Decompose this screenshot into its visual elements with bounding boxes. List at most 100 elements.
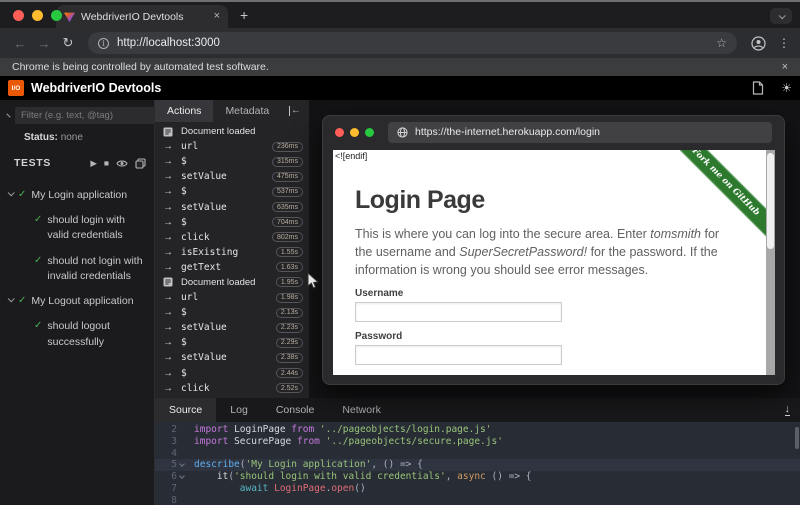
line-number: 2: [155, 424, 177, 436]
code-line[interactable]: 6 it('should login with valid credential…: [155, 471, 800, 483]
code-line[interactable]: 3import SecurePage from '../pageobjects/…: [155, 436, 800, 448]
action-duration-badge: 2.52s: [276, 383, 303, 393]
sidebar-collapse-icon[interactable]: [6, 113, 10, 117]
passed-check-icon: ✓: [18, 188, 26, 201]
fold-toggle-icon[interactable]: [177, 471, 186, 483]
code-line[interactable]: 4: [155, 448, 800, 460]
action-row[interactable]: →setValue635ms: [155, 199, 309, 214]
action-row[interactable]: →$2.29s: [155, 335, 309, 350]
stop-tests-button[interactable]: ■: [104, 158, 109, 168]
chevron-down-icon[interactable]: [8, 189, 15, 196]
new-tab-button[interactable]: +: [240, 7, 248, 23]
site-info-icon[interactable]: i: [98, 38, 109, 49]
action-row[interactable]: Document loaded: [155, 124, 309, 139]
github-ribbon-wrap: Fork me on GitHub: [680, 150, 775, 245]
browser-menu-icon[interactable]: ⋮: [778, 36, 790, 50]
action-row[interactable]: →url1.98s: [155, 290, 309, 305]
preview-browser-window: https://the-internet.herokuapp.com/login…: [322, 115, 785, 385]
action-row[interactable]: →$537ms: [155, 184, 309, 199]
action-row[interactable]: →getText1.63s: [155, 260, 309, 275]
suite-row[interactable]: ✓My Logout application: [6, 289, 150, 314]
action-event-label: Document loaded: [181, 126, 303, 137]
test-row[interactable]: ✓should not login with invalid credentia…: [6, 249, 150, 289]
app-title: WebdriverIO Devtools: [31, 81, 735, 95]
login-intro-text: This is where you can log into the secur…: [355, 225, 729, 279]
address-bar[interactable]: i http://localhost:3000 ☆: [88, 32, 737, 54]
forward-button[interactable]: →: [34, 36, 54, 51]
token-str: 'My Login application': [246, 459, 372, 470]
back-button[interactable]: ←: [10, 36, 30, 51]
action-command-label: $: [181, 307, 269, 318]
watch-tests-icon[interactable]: [116, 159, 128, 168]
action-row[interactable]: Document loaded1.95s: [155, 275, 309, 290]
token-fn: describe: [194, 459, 240, 470]
close-window-button[interactable]: [13, 10, 24, 21]
action-row[interactable]: →$315ms: [155, 154, 309, 169]
tab-metadata[interactable]: Metadata: [213, 100, 281, 122]
action-row[interactable]: →$2.13s: [155, 305, 309, 320]
report-file-icon[interactable]: [752, 81, 764, 95]
status-value: none: [61, 132, 83, 143]
bookmark-star-icon[interactable]: ☆: [716, 36, 727, 50]
action-row[interactable]: →setValue475ms: [155, 169, 309, 184]
tab-network[interactable]: Network: [328, 398, 395, 422]
action-row[interactable]: →url236ms: [155, 139, 309, 154]
fold-toggle-icon[interactable]: [177, 459, 186, 471]
action-row[interactable]: →$2.44s: [155, 366, 309, 381]
profile-icon[interactable]: [751, 36, 766, 51]
action-row[interactable]: →click2.52s: [155, 381, 309, 396]
chevron-down-icon[interactable]: [8, 295, 15, 302]
action-duration-badge: 1.95s: [276, 277, 303, 287]
action-row[interactable]: →$704ms: [155, 215, 309, 230]
action-command-label: $: [181, 217, 265, 228]
download-report-icon[interactable]: ↓: [785, 404, 791, 416]
minimize-window-button[interactable]: [32, 10, 43, 21]
username-field[interactable]: [355, 302, 562, 322]
preview-scrollbar-thumb[interactable]: [767, 153, 774, 249]
token-str: '../pageobjects/secure.page.js': [326, 436, 503, 447]
run-tests-button[interactable]: ▶: [90, 158, 97, 169]
tab-log[interactable]: Log: [216, 398, 262, 422]
tab-search-button[interactable]: [770, 8, 792, 24]
test-row[interactable]: ✓should logout successfully: [6, 314, 150, 354]
preview-url-text: https://the-internet.herokuapp.com/login: [415, 126, 600, 138]
suite-row[interactable]: ✓My Login application: [6, 183, 150, 208]
fork-me-ribbon[interactable]: Fork me on GitHub: [680, 150, 775, 245]
source-code-viewer[interactable]: 2import LoginPage from '../pageobjects/l…: [155, 422, 800, 505]
browser-tab[interactable]: WebdriverIO Devtools ×: [56, 5, 228, 28]
maximize-window-button[interactable]: [51, 10, 62, 21]
action-duration-badge: 2.44s: [276, 368, 303, 378]
action-row[interactable]: →setValue2.23s: [155, 320, 309, 335]
filter-input[interactable]: [15, 107, 159, 124]
code-line[interactable]: 2import LoginPage from '../pageobjects/l…: [155, 424, 800, 436]
tab-console[interactable]: Console: [262, 398, 329, 422]
test-tree: ✓My Login application✓should login with …: [0, 177, 154, 355]
infobar-close-icon[interactable]: ×: [782, 61, 788, 73]
preview-area: https://the-internet.herokuapp.com/login…: [310, 100, 800, 398]
action-command-label: setValue: [181, 352, 269, 363]
reload-button[interactable]: ↻: [58, 35, 78, 51]
group-tests-icon[interactable]: [135, 158, 146, 169]
tab-source[interactable]: Source: [155, 398, 216, 422]
code-scrollbar-thumb[interactable]: [795, 427, 799, 449]
password-field[interactable]: [355, 345, 562, 365]
action-duration-badge: 802ms: [272, 232, 303, 242]
action-row[interactable]: →setValue2.38s: [155, 350, 309, 365]
theme-toggle-icon[interactable]: ☀: [781, 81, 792, 95]
test-row[interactable]: ✓should login with valid credentials: [6, 208, 150, 248]
token-str: 'should login with valid credentials': [234, 471, 446, 482]
tests-heading: TESTS: [14, 157, 83, 169]
command-arrow-icon: →: [163, 262, 174, 273]
app-window: WebdriverIO Devtools × + ← → ↻ i http://…: [0, 0, 800, 505]
tab-actions[interactable]: Actions: [155, 100, 213, 122]
code-line[interactable]: 8: [155, 495, 800, 505]
action-row[interactable]: →isExisting1.55s: [155, 245, 309, 260]
code-line[interactable]: 7 await LoginPage.open(): [155, 483, 800, 495]
collapse-panel-icon[interactable]: ←: [289, 106, 301, 116]
code-line[interactable]: 5describe('My Login application', () => …: [155, 459, 800, 471]
action-row[interactable]: →click802ms: [155, 230, 309, 245]
tab-close-icon[interactable]: ×: [214, 11, 220, 22]
url-text[interactable]: http://localhost:3000: [117, 37, 708, 49]
preview-scrollbar[interactable]: [766, 150, 775, 375]
window-controls[interactable]: [13, 10, 62, 21]
